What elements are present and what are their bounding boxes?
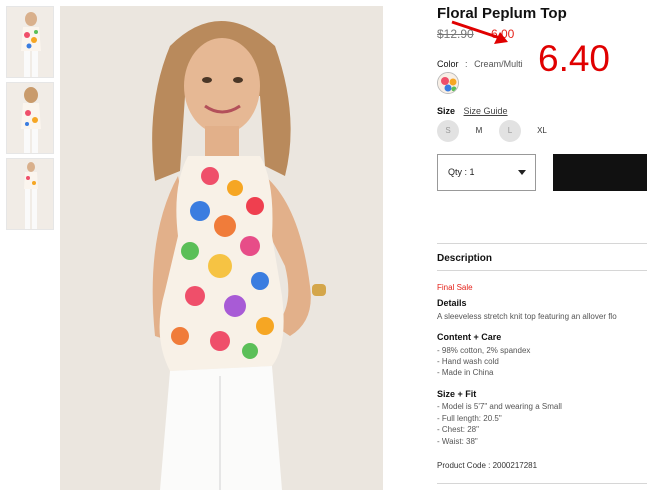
divider-description [437,270,647,271]
size-option-m[interactable]: M [468,120,490,142]
size-option-xl[interactable]: XL [531,120,553,142]
divider-bottom [437,483,647,484]
size-option-l[interactable]: L [499,120,521,142]
thumbnail-full-length[interactable] [6,158,54,230]
quantity-select[interactable]: Qty : 1 [437,154,536,191]
content-line: - Made in China [437,368,494,377]
color-separator: : [465,59,468,69]
thumbnail-front-image [7,7,53,77]
size-label: Size [437,106,456,116]
size-option-s[interactable]: S [437,120,459,142]
fit-line: - Chest: 28" [437,425,479,434]
fit-line: - Waist: 38" [437,437,478,446]
content-care-heading: Content + Care [437,332,502,342]
thumbnail-back[interactable] [6,82,54,154]
size-row: Size Size Guide [437,106,508,116]
thumbnail-full-length-image [7,159,53,229]
thumbnail-front[interactable] [6,6,54,78]
size-guide-link[interactable]: Size Guide [464,106,508,116]
content-line: - 98% cotton, 2% spandex [437,346,531,355]
details-heading: Details [437,298,467,308]
size-fit-heading: Size + Fit [437,389,477,399]
color-value: Cream/Multi [474,59,523,69]
final-sale-label: Final Sale [437,283,473,292]
content-line: - Hand wash cold [437,357,499,366]
quantity-value: Qty : 1 [448,167,475,177]
main-product-image [60,6,383,490]
chevron-down-icon [518,170,526,175]
price-annotation: 6.40 [538,38,611,79]
floral-swatch-icon [438,73,458,93]
description-heading[interactable]: Description [437,253,492,264]
color-label: Color [437,59,459,69]
color-swatch-cream-multi[interactable] [437,72,459,94]
add-to-bag-button[interactable] [553,154,647,191]
fit-line: - Full length: 20.5" [437,414,502,423]
details-text: A sleeveless stretch knit top featuring … [437,312,617,321]
color-row: Color : Cream/Multi [437,59,523,69]
fit-line: - Model is 5'7" and wearing a Small [437,402,562,411]
annotation-arrow-icon [451,20,508,44]
divider-top [437,243,647,244]
model-photo [60,6,383,490]
product-code: Product Code : 2000217281 [437,461,538,470]
thumbnail-back-image [7,83,53,153]
